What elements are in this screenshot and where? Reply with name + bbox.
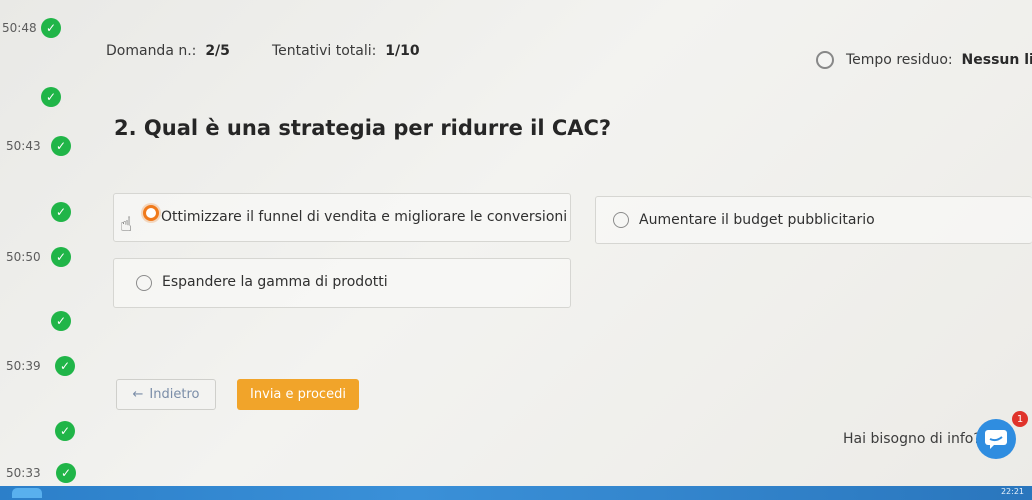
question-number: Domanda n.: 2/5	[106, 43, 230, 59]
check-icon: ✓	[41, 18, 61, 38]
check-icon: ✓	[55, 356, 75, 376]
back-button[interactable]: ← Indietro	[116, 379, 216, 410]
help-text: Hai bisogno di info?	[843, 431, 981, 447]
timeline-time: 50:50	[6, 250, 41, 264]
submit-next-label: Invia e procedi	[250, 387, 346, 402]
arrow-left-icon: ←	[132, 387, 144, 402]
timeline-strip: 50:48 ✓ ✓ 50:43 ✓ ✓ 50:50 ✓ ✓ 50:39 ✓ ✓ …	[0, 0, 95, 500]
attempts-label: Tentativi totali:	[272, 43, 377, 59]
timeline-time: 50:39	[6, 359, 41, 373]
answer-option-3[interactable]: Espandere la gamma di prodotti	[113, 258, 571, 308]
answer-option-1[interactable]: Ottimizzare il funnel di vendita e migli…	[113, 193, 571, 242]
attempts: Tentativi totali: 1/10	[272, 43, 420, 59]
time-left-label: Tempo residuo:	[846, 52, 953, 68]
answer-option-label: Espandere la gamma di prodotti	[162, 274, 388, 290]
check-icon: ✓	[56, 463, 76, 483]
check-icon: ✓	[41, 87, 61, 107]
question-title: 2. Qual è una strategia per ridurre il C…	[114, 116, 612, 140]
check-icon: ✓	[51, 247, 71, 267]
check-icon: ✓	[51, 136, 71, 156]
taskbar-clock: 22:21	[1000, 487, 1024, 496]
question-number-value: 2/5	[205, 43, 230, 59]
radio-button-selected[interactable]	[143, 205, 159, 221]
check-icon: ✓	[51, 202, 71, 222]
timeline-time: 50:48	[2, 21, 37, 35]
time-left: Tempo residuo: Nessun lim	[846, 52, 1032, 68]
answer-option-label: Ottimizzare il funnel di vendita e migli…	[161, 209, 568, 225]
chat-icon	[985, 430, 1007, 449]
chat-button[interactable]	[976, 419, 1016, 459]
timeline-time: 50:43	[6, 139, 41, 153]
start-button[interactable]	[12, 488, 42, 498]
taskbar: 22:21	[0, 486, 1032, 500]
hand-cursor-icon: ☝	[120, 212, 133, 236]
answer-option-2[interactable]: Aumentare il budget pubblicitario	[595, 196, 1032, 244]
check-icon: ✓	[55, 421, 75, 441]
check-icon: ✓	[51, 311, 71, 331]
question-number-label: Domanda n.:	[106, 43, 197, 59]
notification-badge: 1	[1012, 411, 1028, 427]
time-left-value: Nessun lim	[961, 52, 1032, 68]
submit-next-button[interactable]: Invia e procedi	[237, 379, 359, 410]
radio-button[interactable]	[613, 212, 629, 228]
answer-option-label: Aumentare il budget pubblicitario	[639, 212, 875, 228]
clock-icon	[816, 51, 834, 69]
timeline-time: 50:33	[6, 466, 41, 480]
attempts-value: 1/10	[385, 43, 420, 59]
back-button-label: Indietro	[149, 387, 200, 402]
radio-button[interactable]	[136, 275, 152, 291]
